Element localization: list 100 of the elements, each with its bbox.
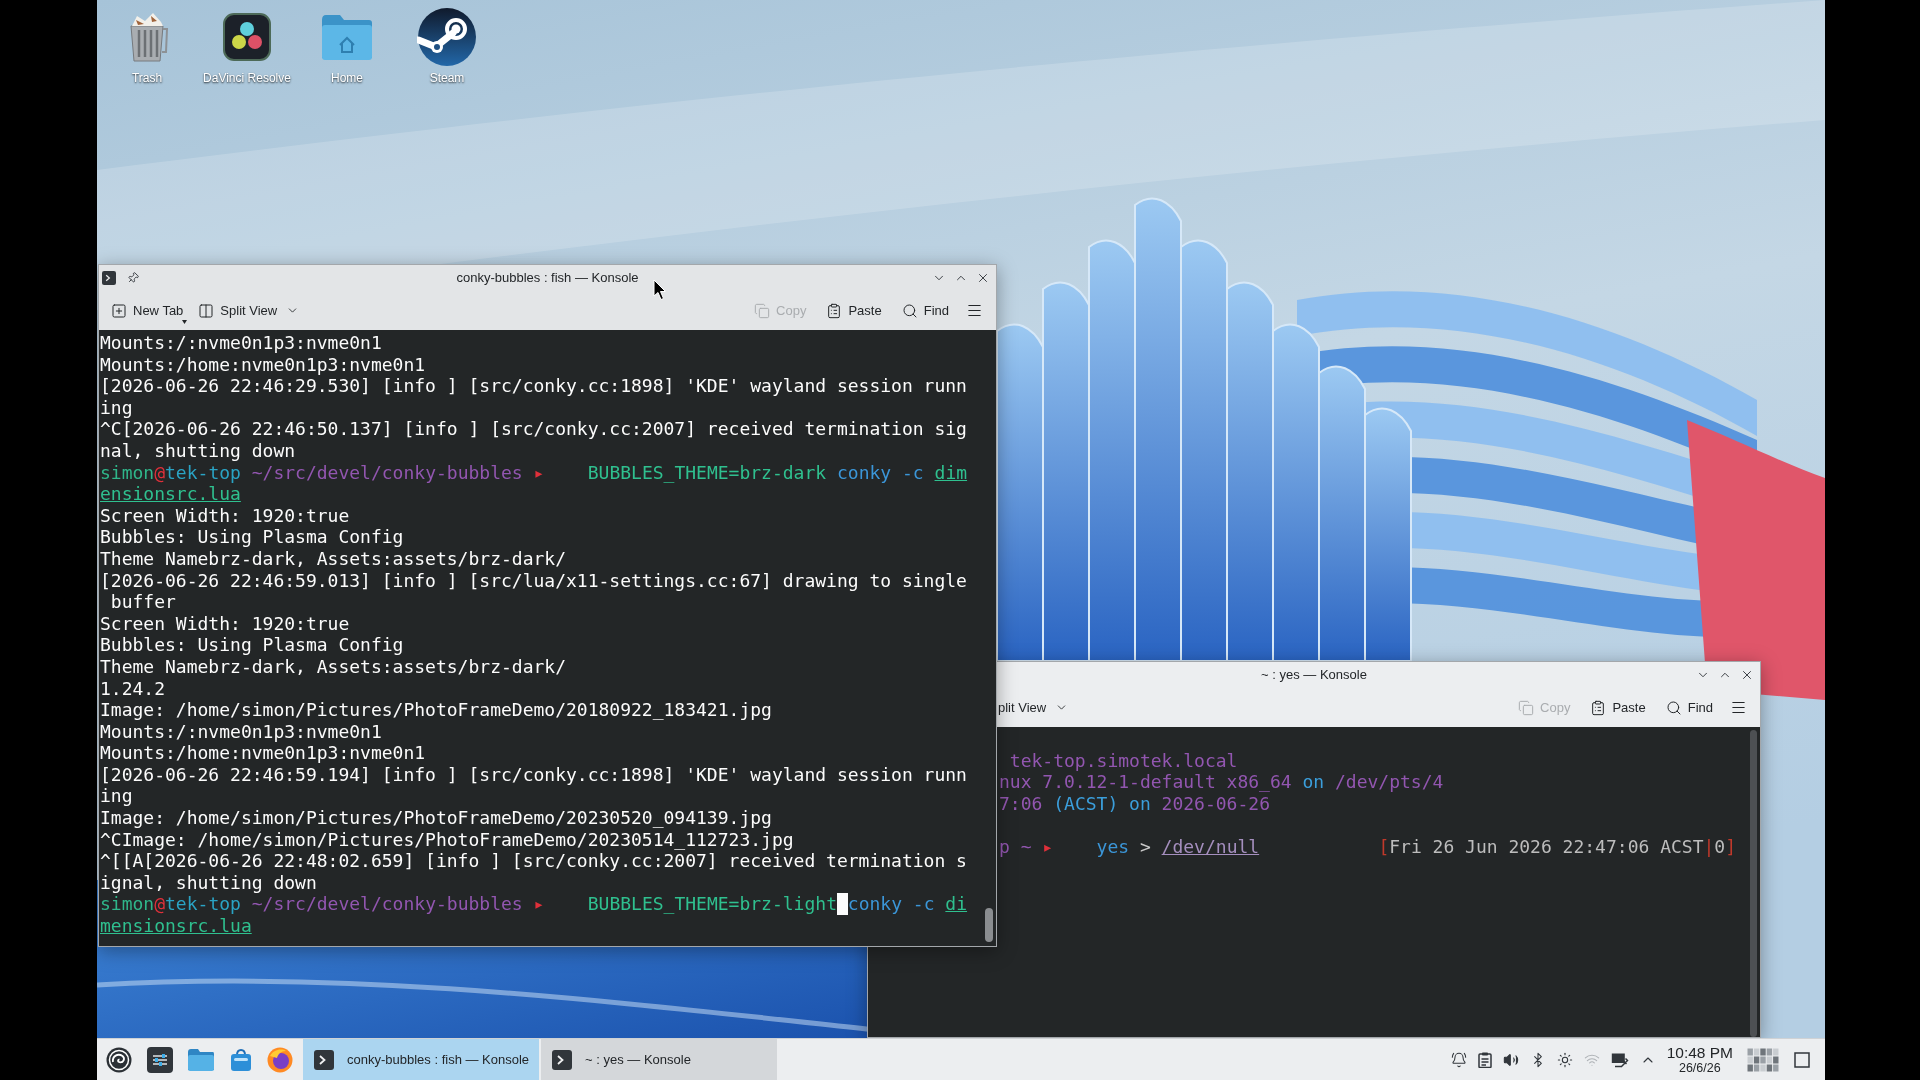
sliders-icon[interactable] — [147, 1046, 173, 1073]
terminal-output: ^CImage: /home/simon/Pictures/PhotoFrameDemo/20230514_112723.jpg — [100, 828, 794, 850]
terminal-output: 2026-06-26 — [1161, 792, 1270, 814]
terminal-output: Mounts:/home:nvme0n1p3:nvme0n1 — [100, 742, 426, 764]
command-option: -c — [902, 461, 924, 483]
prompt-path: p ~ — [999, 835, 1032, 857]
terminal-output: ^[[A[2026-06-26 22:48:02.659] [info ] [src/conky.cc:2007] received termination s — [100, 850, 967, 872]
split-view-button[interactable]: plit View — [998, 693, 1073, 722]
monitor-plug-icon[interactable] — [1610, 1051, 1629, 1068]
prompt-path: ~/src/devel/conky-bubbles — [251, 461, 523, 483]
terminal-icon — [552, 1049, 572, 1070]
desktop-pager-icon[interactable] — [1747, 1047, 1779, 1072]
terminal-output: 1.24.2 — [100, 677, 166, 699]
prompt-arrow: ▸ — [1042, 835, 1054, 857]
task-button[interactable]: ~ : yes — Konsole — [541, 1039, 777, 1080]
terminal-output: [2026-06-26 22:46:59.194] [info ] [src/conky.cc:1898] 'KDE' wayland session runn — [100, 763, 967, 785]
resolve-logo-icon[interactable] — [223, 13, 271, 61]
mouse-pointer-icon — [653, 279, 667, 301]
command-name: conky — [837, 461, 892, 483]
close-icon[interactable] — [976, 271, 990, 285]
terminal-output: ing — [100, 396, 133, 418]
prompt-hostname: tek-top — [165, 461, 241, 483]
command-name: yes — [1096, 835, 1130, 857]
paste-button[interactable]: Paste — [822, 296, 886, 325]
prompt-username: simon — [100, 893, 155, 915]
steam-logo-icon[interactable] — [417, 7, 477, 67]
prompt-at-sign: @ — [154, 461, 166, 483]
new-tab-button[interactable]: New Tab — [107, 296, 188, 325]
split-columns-icon — [198, 302, 215, 319]
terminal-output: Mounts:/:nvme0n1p3:nvme0n1 — [100, 332, 382, 353]
task-button[interactable]: conky-bubbles : fish — Konsole — [303, 1039, 539, 1080]
shopping-bag-icon[interactable] — [229, 1047, 253, 1072]
scrollbar-thumb[interactable] — [1749, 730, 1757, 1037]
right-prompt-text: 0 — [1714, 835, 1726, 857]
file-argument: /dev/null — [1161, 835, 1260, 857]
prompt-arrow: ▸ — [533, 893, 545, 915]
split-view-button[interactable]: Split View — [194, 296, 304, 325]
menu-icon[interactable] — [1730, 699, 1747, 716]
terminal-output: Image: /home/simon/Pictures/PhotoFrameDemo/20230520_094139.jpg — [100, 807, 772, 829]
terminal-output: /dev/pts/4 — [1335, 771, 1444, 793]
copy-icon — [754, 302, 771, 319]
menu-caret-icon — [182, 319, 188, 324]
terminal-icon — [102, 271, 116, 285]
find-button[interactable]: Find — [1661, 693, 1717, 722]
close-icon[interactable] — [1740, 668, 1754, 682]
folder-icon[interactable] — [187, 1047, 215, 1072]
terminal-output: on — [1302, 771, 1325, 793]
terminal-output: buffer — [110, 591, 176, 613]
find-button[interactable]: Find — [897, 296, 953, 325]
notification-bell-icon[interactable] — [1450, 1051, 1467, 1068]
bracket-text: | — [1703, 835, 1715, 857]
file-argument: di — [945, 893, 968, 915]
terminal-output: [2026-06-26 22:46:29.530] [info ] [src/conky.cc:1898] 'KDE' wayland session runn — [100, 375, 967, 397]
prompt-username: simon — [100, 461, 155, 483]
window-title: ~ : yes — Konsole — [1261, 666, 1367, 685]
terminal-output: Bubbles: Using Plasma Config — [100, 526, 404, 548]
terminal-output: [2026-06-26 22:46:59.013] [info ] [src/lua/x11-settings.cc:67] drawing to single — [100, 569, 967, 591]
right-prompt-text: Fri 26 Jun 2026 22:47:06 ACST — [1389, 835, 1704, 857]
terminal-output: Screen Width: 1920:true — [100, 612, 350, 634]
prompt-arrow: ▸ — [533, 461, 545, 483]
redirect-operator: > — [1139, 835, 1151, 857]
text-cursor — [836, 893, 848, 916]
browser-icon[interactable] — [267, 1046, 293, 1073]
terminal-output: nux 7.0.12-1-default x86_64 — [999, 771, 1292, 793]
terminal-output: Mounts:/:nvme0n1p3:nvme0n1 — [100, 720, 382, 742]
terminal-icon — [314, 1049, 334, 1070]
brightness-icon[interactable] — [1556, 1051, 1573, 1068]
command-option: -c — [912, 893, 935, 915]
terminal-output: Mounts:/home:nvme0n1p3:nvme0n1 — [100, 353, 426, 375]
env-assignment: BUBBLES_THEME=brz-light — [587, 893, 837, 915]
terminal-output: Image: /home/simon/Pictures/PhotoFrameDemo/20180922_183421.jpg — [100, 699, 772, 721]
terminal-output: Theme Namebrz-dark, Assets:assets/brz-dark/ — [100, 547, 566, 569]
new-tab-icon — [111, 302, 127, 319]
search-icon — [901, 302, 918, 319]
clipboard-icon[interactable] — [1477, 1051, 1492, 1068]
search-icon — [1665, 699, 1682, 716]
menu-icon[interactable] — [966, 302, 983, 319]
terminal-output: nal, shutting down — [100, 439, 296, 461]
prompt-path: ~/src/devel/conky-bubbles — [251, 893, 523, 915]
env-assignment: BUBBLES_THEME=brz-dark — [587, 461, 827, 483]
home-folder-icon[interactable] — [320, 12, 374, 62]
clock-time[interactable]: 10:48 PM — [1666, 1044, 1733, 1060]
bracket-text: ] — [1725, 835, 1737, 857]
clipboard-icon — [1590, 699, 1607, 716]
terminal-output: (ACST) on — [1053, 792, 1151, 814]
speaker-icon[interactable] — [1502, 1051, 1519, 1068]
file-argument: dim — [934, 461, 968, 483]
prompt-hostname: tek-top — [165, 893, 241, 915]
app-launcher-icon[interactable] — [106, 1046, 132, 1073]
clock-date[interactable]: 26/6/26 — [1678, 1062, 1721, 1075]
copy-icon — [1518, 699, 1535, 716]
terminal-output: ignal, shutting down — [100, 871, 317, 893]
show-desktop-icon[interactable] — [1794, 1051, 1810, 1068]
prompt-at-sign: @ — [154, 893, 166, 915]
paste-button[interactable]: Paste — [1586, 693, 1650, 722]
terminal-output: Screen Width: 1920:true — [100, 504, 350, 526]
file-argument: mensionsrc.lua — [100, 915, 252, 937]
clipboard-icon — [826, 302, 843, 319]
scrollbar-thumb[interactable] — [985, 908, 993, 942]
terminal-output: Theme Namebrz-dark, Assets:assets/brz-dark/ — [100, 655, 566, 677]
